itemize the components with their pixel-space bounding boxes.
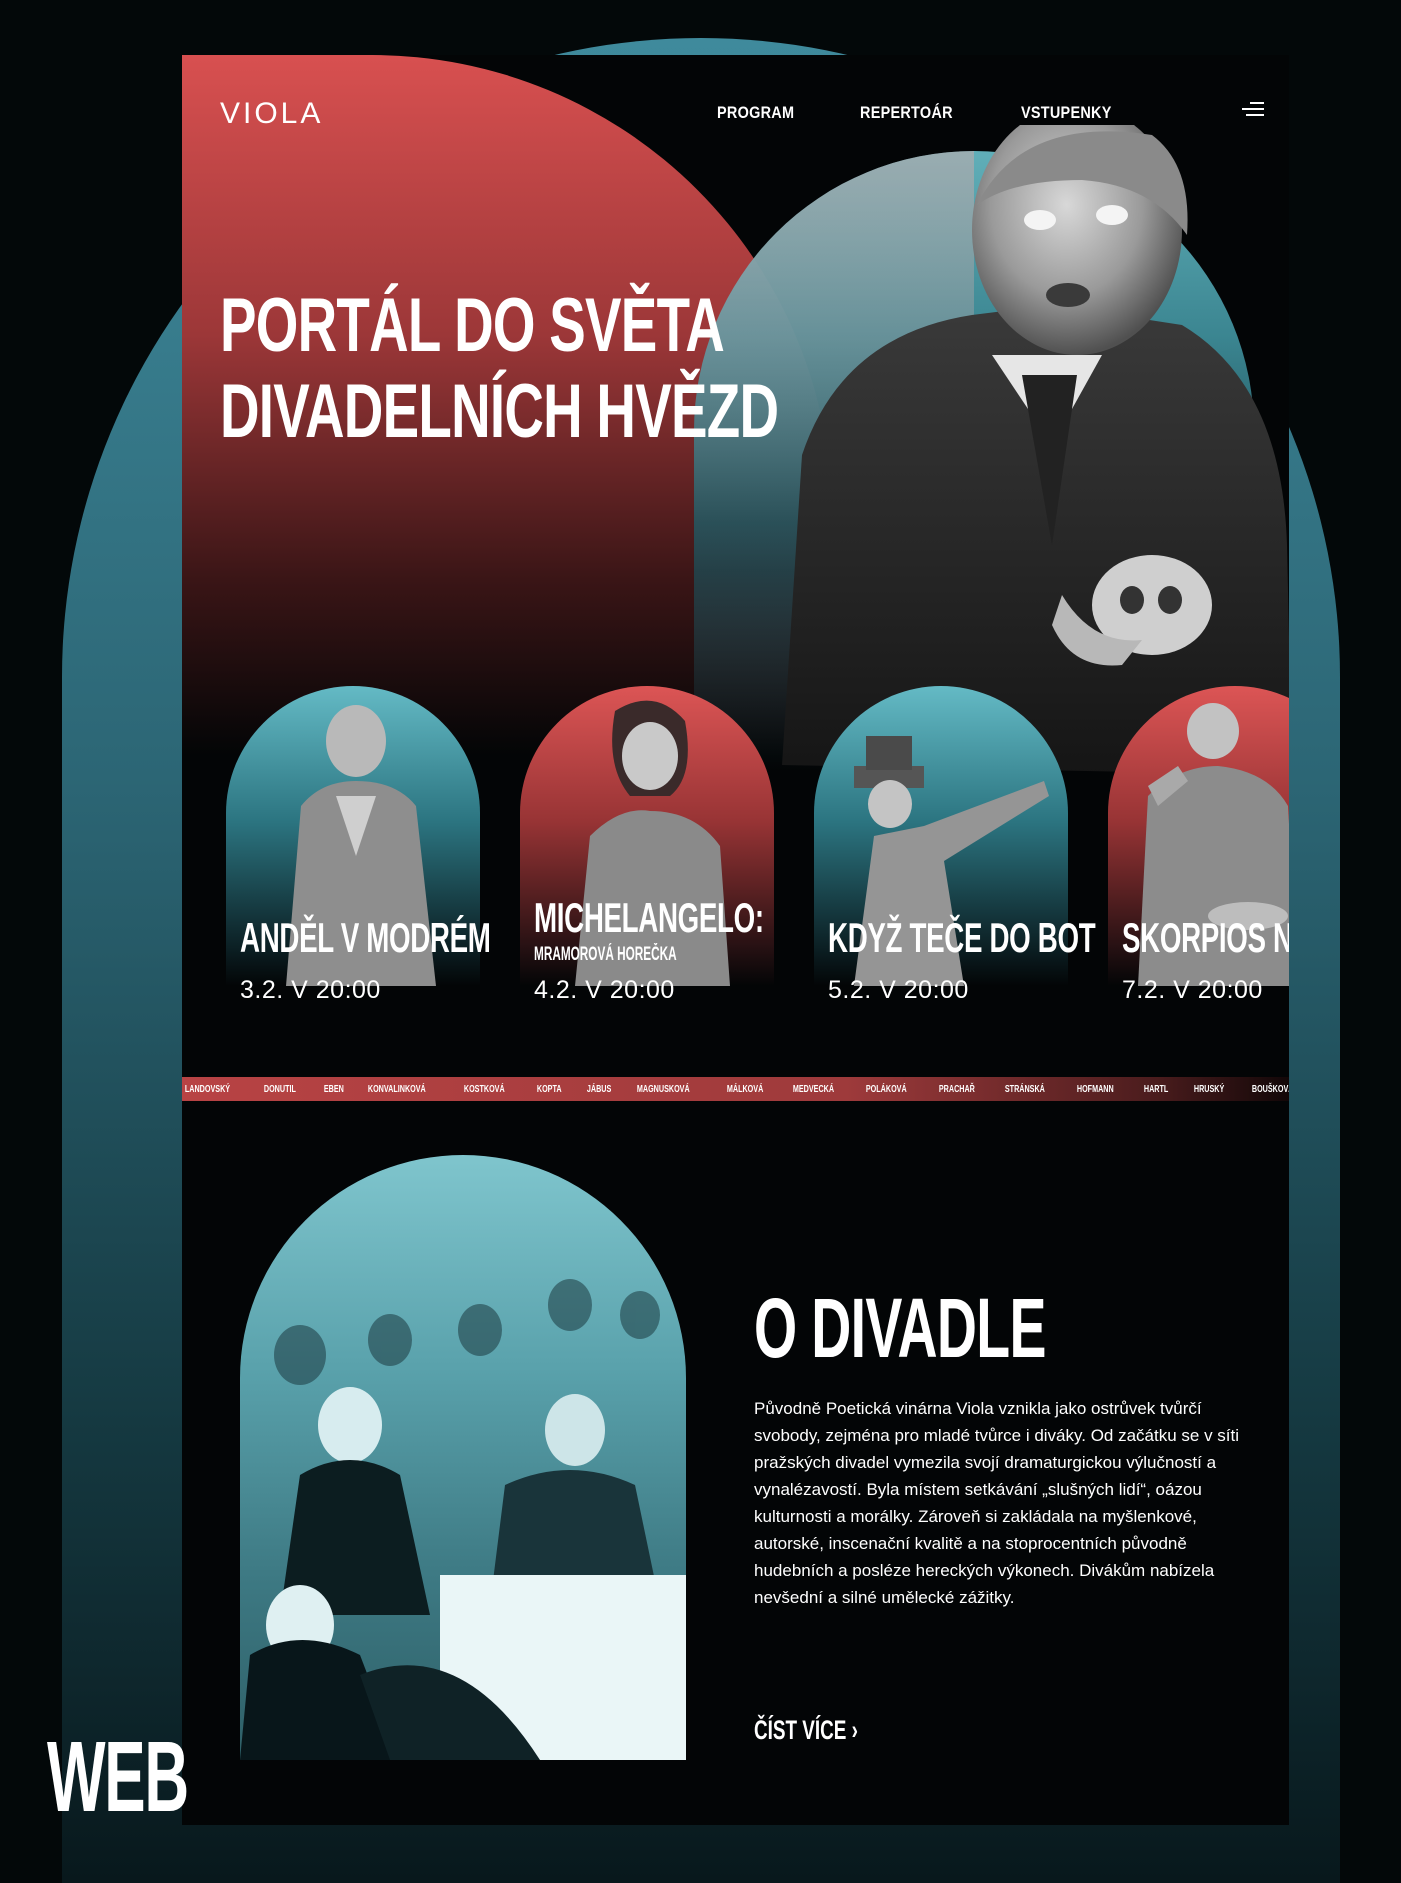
ticker-name: JÁBUS [587,1083,612,1095]
about-title: O DIVADLE [754,1281,1046,1375]
ticker-name: HRUSKÝ [1193,1083,1224,1095]
show-card[interactable]: SKORPIOS NA 7.2. V 20:00 [1108,686,1289,1026]
website-mockup: VIOLA PROGRAM REPERTOÁR VSTUPENKY PORTÁL… [182,55,1289,1825]
ticker-name: KOPTA [536,1083,562,1095]
hero-title-line-1: PORTÁL DO SVĚTA [220,283,725,368]
nav-repertoar[interactable]: REPERTOÁR [860,103,953,123]
ticker-name: HOFMANN [1076,1083,1114,1095]
ticker-name: HARTL [1143,1083,1169,1095]
hamburger-menu-icon[interactable] [1242,102,1264,118]
show-cards: ANDĚL V MODRÉM 3.2. V 20:00 MICHELANGELO… [226,686,1289,1076]
show-date: 3.2. V 20:00 [240,976,381,1004]
actor-names-ticker: LANDOVSKÝ DONUTIL EBEN KONVALINKOVÁ KOSTKOVÁ… [182,1077,1289,1101]
ticker-name: STRÁNSKÁ [1004,1083,1045,1095]
ticker-name: MEDVECKÁ [793,1083,835,1095]
corner-label: WEB [47,1721,189,1833]
show-date: 4.2. V 20:00 [534,976,675,1004]
ticker-name: MAGNUSKOVÁ [637,1083,690,1095]
about-photo [240,1155,686,1760]
show-title: ANDĚL V MODRÉM [240,914,491,961]
show-date: 7.2. V 20:00 [1122,976,1263,1004]
read-more-link[interactable]: ČÍST VÍCE › [754,1715,858,1746]
nav-vstupenky[interactable]: VSTUPENKY [1021,103,1112,123]
ticker-name: BOUŠKOVÁ [1251,1083,1289,1095]
show-subtitle: MRAMOROVÁ HOREČKA [534,944,677,965]
chevron-right-icon: › [851,1715,858,1745]
read-more-label: ČÍST VÍCE [754,1715,847,1745]
main-nav: PROGRAM REPERTOÁR VSTUPENKY [717,103,1128,123]
show-card[interactable]: KDYŽ TEČE DO BOT 5.2. V 20:00 [814,686,1096,1026]
ticker-name: POLÁKOVÁ [866,1083,908,1095]
ticker-name: LANDOVSKÝ [184,1083,231,1095]
ticker-name: KONVALINKOVÁ [367,1083,426,1095]
nav-program[interactable]: PROGRAM [717,103,794,123]
ticker-name: PRACHAŘ [938,1083,975,1095]
ticker-name: DONUTIL [263,1083,296,1095]
show-card[interactable]: ANDĚL V MODRÉM 3.2. V 20:00 [226,686,491,1026]
hero-title-line-2: DIVADELNÍCH HVĚZD [220,369,779,454]
show-title: SKORPIOS NA [1122,914,1289,961]
ticker-name: EBEN [324,1083,345,1095]
logo[interactable]: VIOLA [220,97,323,131]
show-card[interactable]: MICHELANGELO: MRAMOROVÁ HOREČKA 4.2. V 2… [520,686,774,1026]
show-title: MICHELANGELO: [534,894,764,941]
ticker-name: MÁLKOVÁ [726,1083,763,1095]
hero-title: PORTÁL DO SVĚTA DIVADELNÍCH HVĚZD [220,283,779,455]
ticker-name: KOSTKOVÁ [464,1083,506,1095]
show-title: KDYŽ TEČE DO BOT [828,914,1096,961]
hero-actor-photo [782,125,1289,775]
show-date: 5.2. V 20:00 [828,976,969,1004]
about-text: Původně Poetická vinárna Viola vznikla j… [754,1399,1240,1607]
